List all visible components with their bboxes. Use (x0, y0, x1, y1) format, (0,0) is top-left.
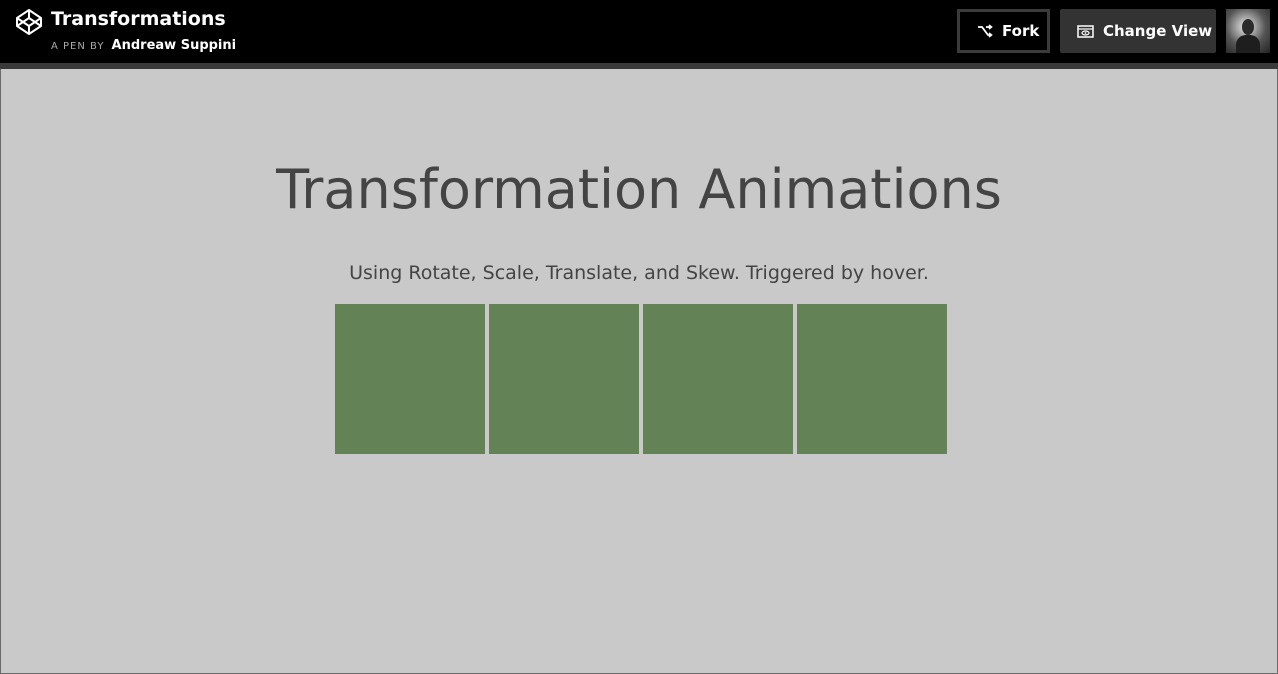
skew-box[interactable] (797, 304, 947, 454)
pen-header: Transformations A PEN BY Andreaw Suppini… (0, 0, 1278, 63)
codepen-logo-icon[interactable] (15, 8, 43, 36)
fork-button[interactable]: Fork (957, 9, 1050, 53)
rotate-box[interactable] (335, 304, 485, 454)
fork-label: Fork (1002, 22, 1040, 40)
scale-box[interactable] (489, 304, 639, 454)
by-label: A PEN BY (51, 41, 105, 52)
pen-title[interactable]: Transformations (51, 7, 226, 31)
eye-icon (1077, 24, 1094, 38)
pen-byline: A PEN BY Andreaw Suppini (51, 36, 236, 55)
user-avatar[interactable] (1226, 9, 1270, 53)
preview-subtitle: Using Rotate, Scale, Translate, and Skew… (349, 262, 929, 284)
fork-icon (978, 24, 993, 38)
translate-box[interactable] (643, 304, 793, 454)
change-view-label: Change View (1103, 22, 1213, 40)
avatar-head-shape (1242, 19, 1254, 35)
preview-heading: Transformation Animations (276, 158, 1002, 221)
author-link[interactable]: Andreaw Suppini (112, 38, 237, 53)
avatar-body-shape (1236, 35, 1260, 53)
change-view-button[interactable]: Change View (1060, 9, 1216, 53)
